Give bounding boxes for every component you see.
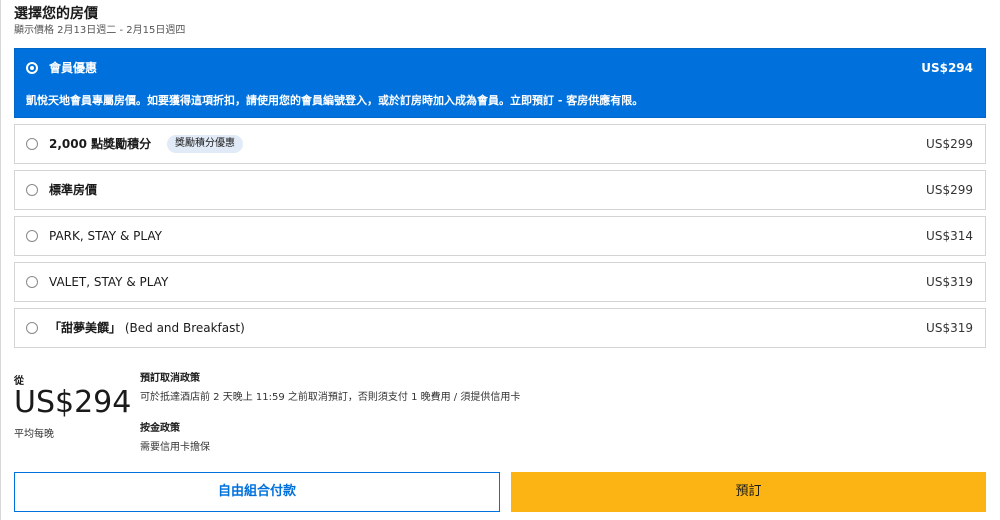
rate-name: PARK, STAY & PLAY [49, 229, 162, 243]
rate-badge: 獎勵積分優惠 [167, 135, 243, 153]
radio-unselected[interactable] [26, 184, 38, 196]
rate-name: 會員優惠 [49, 61, 98, 75]
rate-header: 選擇您的房價 顯示價格 2月13日週二 - 2月15日週四 [14, 5, 185, 38]
rate-list: 會員優惠 US$294 凱悅天地會員專屬房價。如要獲得這項折扣，請使用您的會員編… [14, 48, 986, 354]
rate-option-valet-stay-play[interactable]: VALET, STAY & PLAY US$319 [14, 262, 986, 302]
deposit-policy: 按金政策 需要信用卡擔保 [140, 422, 210, 455]
rate-name: 「甜夢美饌」 (Bed and Breakfast) [49, 320, 245, 336]
rate-name-prefix: 「甜夢美饌」 [49, 321, 122, 335]
rate-option-bed-and-breakfast[interactable]: 「甜夢美饌」 (Bed and Breakfast) US$319 [14, 308, 986, 348]
radio-unselected[interactable] [26, 230, 38, 242]
rate-option-park-stay-play[interactable]: PARK, STAY & PLAY US$314 [14, 216, 986, 256]
policy-title: 按金政策 [140, 423, 180, 434]
rate-name: 標準房價 [49, 183, 98, 197]
cancellation-policy: 預訂取消政策 可於抵達酒店前 2 天晚上 11:59 之前取消預訂，否則須支付 … [140, 372, 520, 405]
rate-option-points[interactable]: 2,000 點獎勵積分 獎勵積分優惠 US$299 [14, 124, 986, 164]
rate-price: US$299 [926, 183, 973, 197]
rate-name: 2,000 點獎勵積分 [49, 137, 152, 151]
policy-text: 可於抵達酒店前 2 天晚上 11:59 之前取消預訂，否則須支付 1 晚費用 /… [140, 392, 521, 403]
rate-price: US$319 [926, 275, 973, 289]
radio-unselected[interactable] [26, 322, 38, 334]
rate-description: 凱悅天地會員專屬房價。如要獲得這項折扣，請使用您的會員編號登入，或於訂房時加入成… [26, 94, 644, 107]
rate-price: US$314 [926, 229, 973, 243]
total-price: US$294 [14, 385, 132, 420]
rate-name: VALET, STAY & PLAY [49, 275, 169, 289]
book-button[interactable]: 預訂 [511, 472, 986, 512]
rate-option-member[interactable]: 會員優惠 US$294 凱悅天地會員專屬房價。如要獲得這項折扣，請使用您的會員編… [14, 48, 986, 118]
page-title: 選擇您的房價 [14, 6, 98, 22]
policy-title: 預訂取消政策 [140, 373, 200, 384]
rate-price: US$294 [921, 61, 973, 75]
price-summary: 從 US$294 平均每晚 預訂取消政策 可於抵達酒店前 2 天晚上 11:59… [14, 370, 986, 460]
rate-name-suffix: (Bed and Breakfast) [124, 321, 245, 335]
radio-unselected[interactable] [26, 276, 38, 288]
action-bar: 自由組合付款 預訂 [14, 472, 986, 512]
rate-price: US$299 [926, 137, 973, 151]
rate-option-standard[interactable]: 標準房價 US$299 [14, 170, 986, 210]
flexible-payment-button[interactable]: 自由組合付款 [14, 472, 500, 512]
radio-selected[interactable] [26, 62, 38, 74]
per-night-label: 平均每晚 [14, 429, 54, 440]
rate-price: US$319 [926, 321, 973, 335]
date-range: 顯示價格 2月13日週二 - 2月15日週四 [14, 25, 186, 36]
policy-text: 需要信用卡擔保 [140, 442, 210, 453]
page-divider [0, 0, 1, 520]
radio-unselected[interactable] [26, 138, 38, 150]
